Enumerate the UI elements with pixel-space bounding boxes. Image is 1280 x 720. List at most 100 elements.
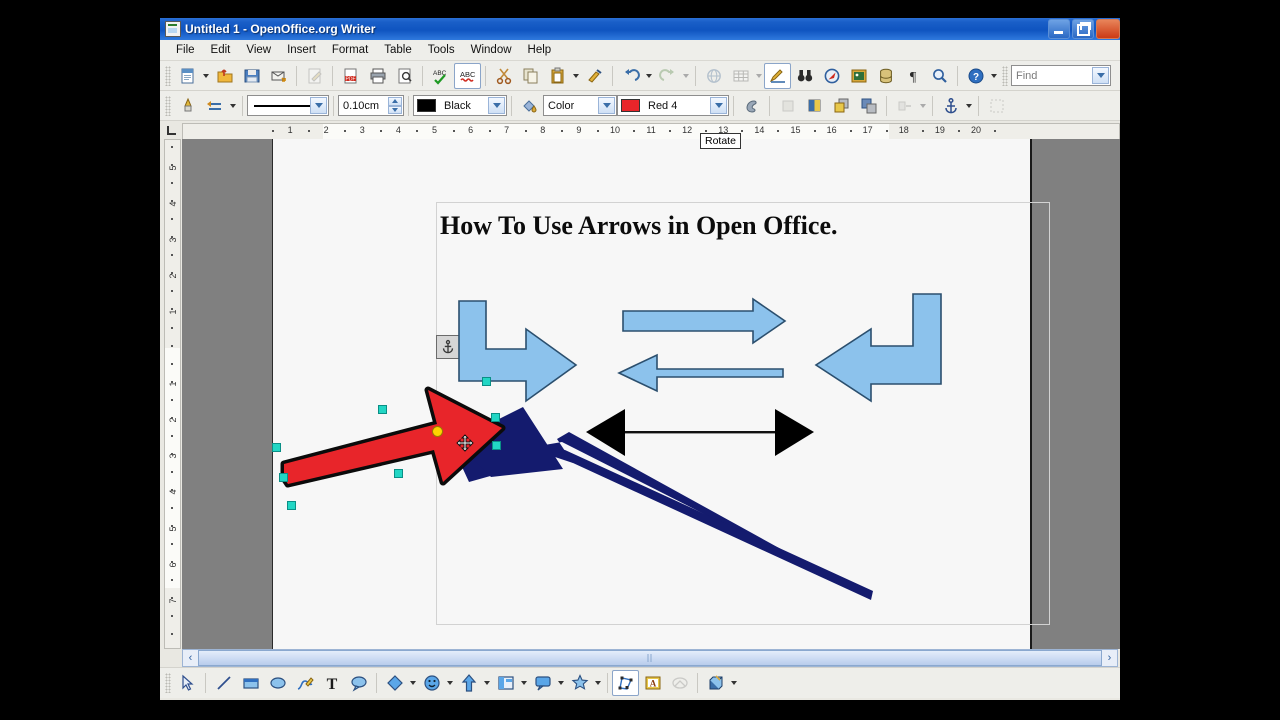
blue-thin-arrow-left[interactable] — [617, 353, 784, 393]
send-backward-button[interactable] — [855, 93, 882, 119]
alignment-button[interactable] — [801, 93, 828, 119]
minimize-button[interactable] — [1048, 19, 1070, 39]
line-tool-button[interactable] — [210, 670, 237, 696]
standard-toolbar-overflow[interactable] — [989, 64, 999, 88]
line-width-spin-buttons[interactable] — [388, 97, 402, 114]
menu-format[interactable]: Format — [324, 42, 376, 58]
shadow-button[interactable] — [738, 93, 765, 119]
cut-button[interactable] — [490, 63, 517, 89]
print-preview-button[interactable] — [391, 63, 418, 89]
selection-handle-top-right[interactable] — [491, 413, 500, 422]
menu-tools[interactable]: Tools — [420, 42, 463, 58]
menu-help[interactable]: Help — [520, 42, 560, 58]
fill-type-dropdown-button[interactable] — [598, 97, 615, 114]
basic-shapes-button[interactable] — [381, 670, 408, 696]
anchor-dropdown[interactable] — [964, 94, 974, 118]
line-color-select[interactable]: Black — [413, 95, 507, 116]
autospellcheck-button[interactable]: ABC — [454, 62, 481, 89]
ungroup-button[interactable] — [983, 93, 1010, 119]
document-canvas[interactable]: How To Use Arrows in Open Office. — [182, 139, 1120, 649]
blue-bent-arrow-right[interactable] — [458, 300, 578, 403]
line-style-select[interactable] — [247, 95, 329, 116]
drawing-toolbar-grip[interactable] — [165, 673, 171, 693]
selection-handle-bottom[interactable] — [394, 469, 403, 478]
email-document-button[interactable] — [265, 63, 292, 89]
find-toolbar-grip[interactable] — [1002, 65, 1008, 86]
symbol-shapes-dropdown[interactable] — [445, 671, 455, 695]
menu-view[interactable]: View — [238, 42, 279, 58]
restore-button[interactable] — [1072, 19, 1094, 39]
block-arrows-button[interactable] — [455, 670, 482, 696]
undo-dropdown[interactable] — [644, 64, 654, 88]
callout-tool-button[interactable] — [345, 670, 372, 696]
area-style-button[interactable] — [516, 93, 543, 119]
selection-handle-bottom-left[interactable] — [279, 473, 288, 482]
drawing-toolbar-overflow[interactable] — [729, 671, 739, 695]
line-color-dropdown-button[interactable] — [488, 97, 505, 114]
arrow-style-dropdown[interactable] — [228, 94, 238, 118]
points-edit-button[interactable] — [612, 670, 639, 696]
show-draw-functions-button[interactable] — [764, 62, 791, 89]
fill-color-select[interactable]: Red 4 — [617, 95, 729, 116]
flowchart-shapes-button[interactable] — [492, 670, 519, 696]
new-document-button[interactable] — [174, 63, 201, 89]
selection-handle-bottom-right[interactable] — [287, 501, 296, 510]
fill-type-select[interactable]: Color — [543, 95, 617, 116]
insert-table-dropdown[interactable] — [754, 64, 764, 88]
stars-shapes-button[interactable] — [566, 670, 593, 696]
navy-arrow[interactable] — [451, 407, 873, 600]
ellipse-tool-button[interactable] — [264, 670, 291, 696]
clone-formatting-button[interactable] — [581, 63, 608, 89]
redo-dropdown[interactable] — [681, 64, 691, 88]
blue-block-arrow-right[interactable] — [622, 297, 787, 345]
menu-edit[interactable]: Edit — [203, 42, 239, 58]
basic-shapes-dropdown[interactable] — [408, 671, 418, 695]
selection-handle-top[interactable] — [482, 377, 491, 386]
undo-button[interactable] — [617, 63, 644, 89]
zoom-button[interactable] — [926, 63, 953, 89]
help-button[interactable]: ? — [962, 63, 989, 89]
bring-forward-button[interactable] — [828, 93, 855, 119]
menu-file[interactable]: File — [168, 42, 203, 58]
formatting-marks-button[interactable]: ¶ — [899, 63, 926, 89]
rotate-button[interactable] — [774, 93, 801, 119]
new-document-dropdown[interactable] — [201, 64, 211, 88]
find-next-button[interactable] — [1111, 63, 1120, 89]
find-replace-button[interactable] — [791, 63, 818, 89]
anchor-button[interactable] — [937, 93, 964, 119]
stars-shapes-dropdown[interactable] — [593, 671, 603, 695]
wrap-dropdown[interactable] — [918, 94, 928, 118]
gallery-button[interactable] — [845, 63, 872, 89]
image-from-file-button[interactable] — [666, 670, 693, 696]
scroll-left-arrow[interactable]: ‹ — [183, 651, 198, 665]
line-endstyle-button[interactable] — [174, 93, 201, 119]
properties-toolbar-grip[interactable] — [165, 95, 171, 116]
black-double-arrow[interactable] — [586, 409, 814, 456]
menu-window[interactable]: Window — [463, 42, 520, 58]
find-dropdown-button[interactable] — [1092, 67, 1109, 84]
rectangle-tool-button[interactable] — [237, 670, 264, 696]
select-tool-button[interactable] — [174, 670, 201, 696]
scroll-right-arrow[interactable]: › — [1102, 651, 1117, 665]
horizontal-ruler[interactable]: 1 2 3 4 5 6 7 8 9 10 11 12 13 14 15 16 17 18 19 20 — [182, 123, 1120, 140]
callout-shapes-dropdown[interactable] — [556, 671, 566, 695]
symbol-shapes-button[interactable] — [418, 670, 445, 696]
navigator-button[interactable] — [818, 63, 845, 89]
fontwork-gallery-button[interactable]: A — [639, 670, 666, 696]
callout-shapes-button[interactable] — [529, 670, 556, 696]
export-pdf-button[interactable]: PDF — [337, 63, 364, 89]
selection-handle-left[interactable] — [272, 443, 281, 452]
shape-adjust-handle[interactable] — [432, 426, 443, 437]
data-sources-button[interactable] — [872, 63, 899, 89]
freeform-line-button[interactable] — [291, 670, 318, 696]
hyperlink-button[interactable] — [700, 63, 727, 89]
menu-insert[interactable]: Insert — [279, 42, 324, 58]
scrollbar-thumb[interactable] — [198, 650, 1102, 666]
save-document-button[interactable] — [238, 63, 265, 89]
vertical-ruler[interactable]: 543211234567 — [164, 139, 181, 649]
document-page[interactable]: How To Use Arrows in Open Office. — [272, 139, 1050, 649]
copy-button[interactable] — [517, 63, 544, 89]
paste-button[interactable] — [544, 63, 571, 89]
menu-table[interactable]: Table — [376, 42, 420, 58]
tab-stop-selector[interactable] — [160, 121, 182, 139]
